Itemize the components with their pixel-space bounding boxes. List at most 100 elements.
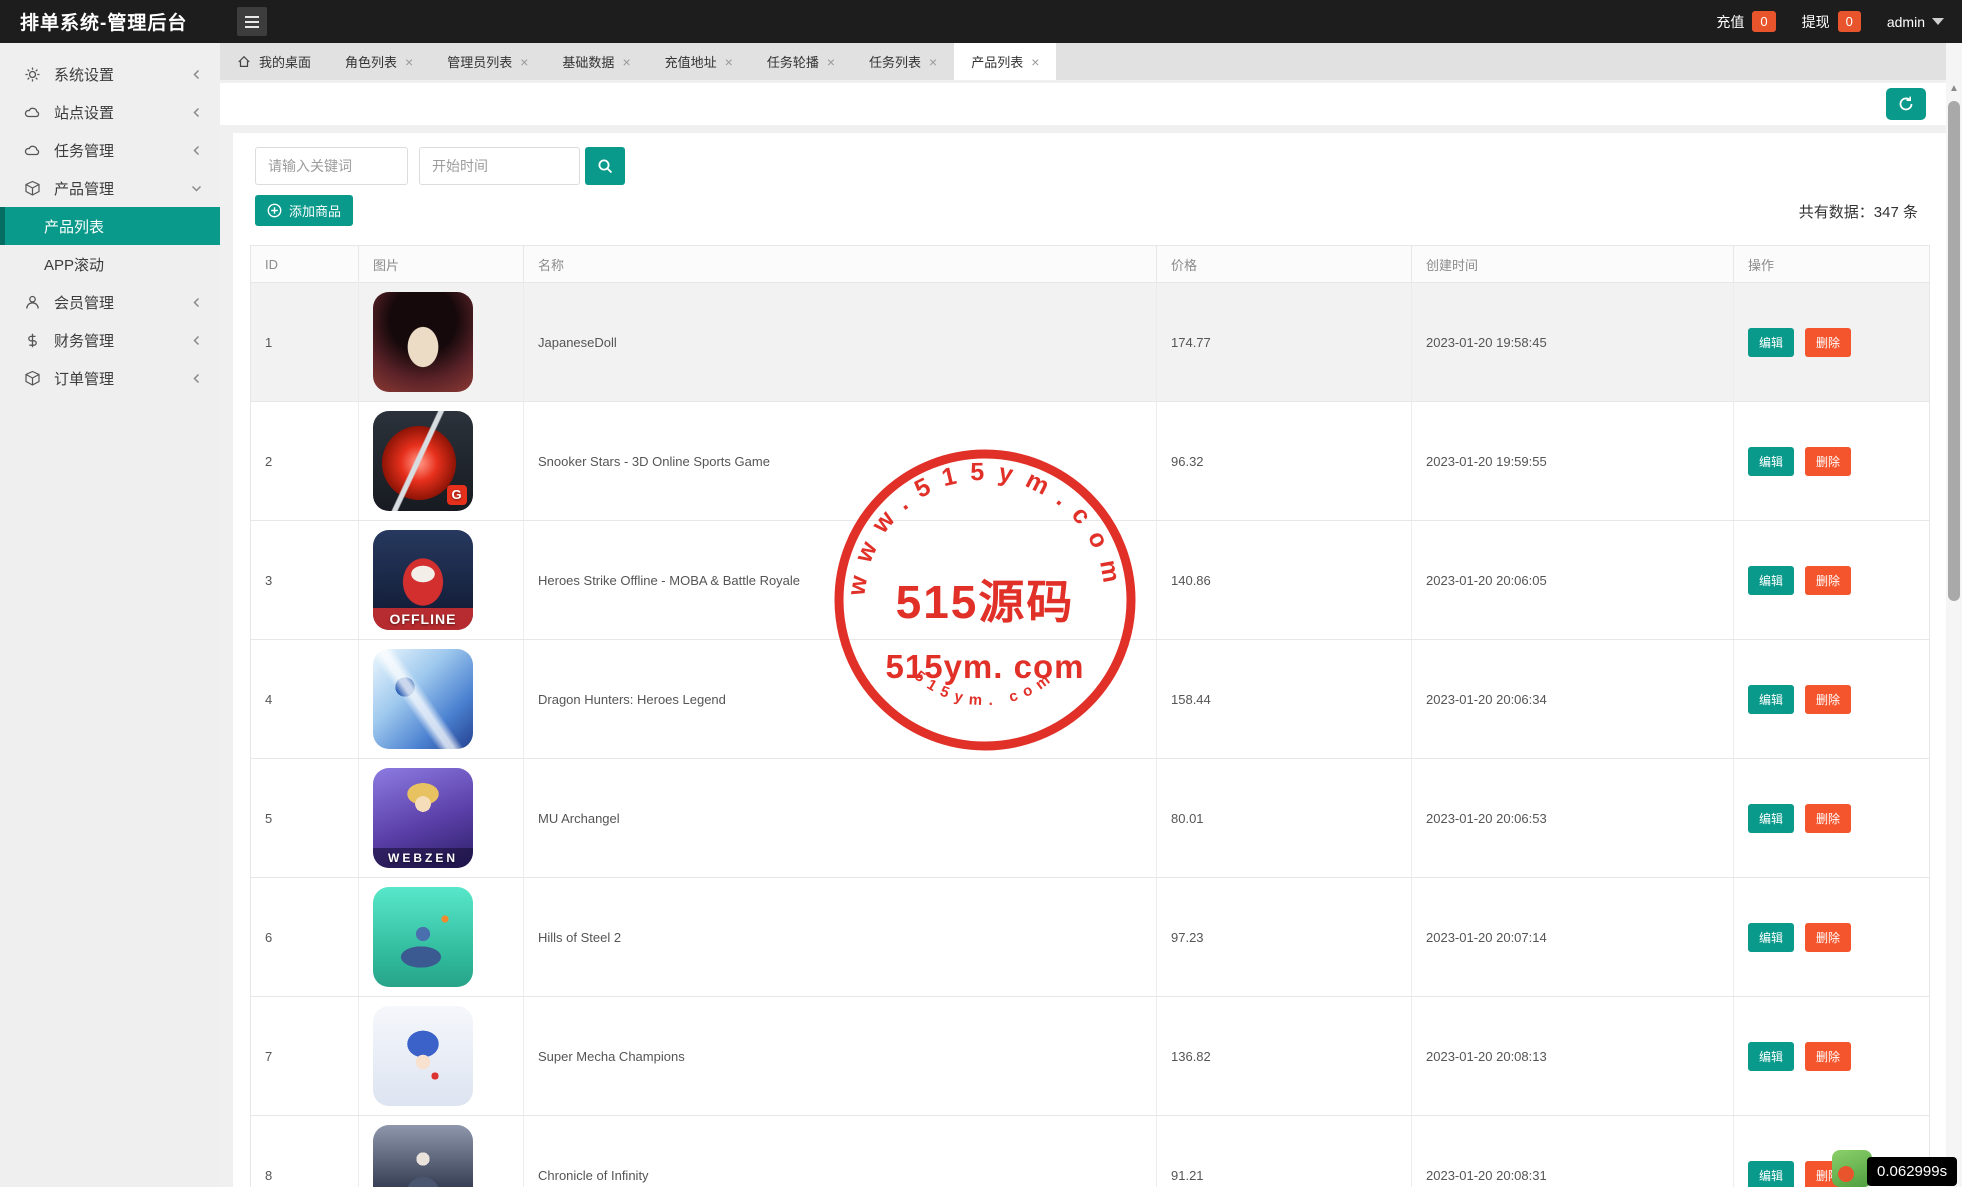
total-count: 共有数据：347 条 — [1799, 201, 1918, 222]
gear-icon — [24, 66, 41, 83]
product-image — [373, 649, 473, 749]
product-name: Hills of Steel 2 — [538, 930, 621, 945]
search-icon — [597, 158, 614, 175]
sidebar-item-label: 任务管理 — [54, 140, 191, 161]
product-image-text: WEBZEN — [373, 848, 473, 868]
start-date-input[interactable] — [419, 147, 580, 185]
recharge-label: 充值 — [1716, 12, 1744, 32]
product-name: Snooker Stars - 3D Online Sports Game — [538, 454, 770, 469]
close-icon[interactable]: × — [827, 55, 835, 69]
tab-basic-data[interactable]: 基础数据× — [545, 43, 647, 80]
table-row: 3 OFFLINE Heroes Strike Offline - MOBA &… — [251, 521, 1929, 640]
withdraw-count-badge: 0 — [1838, 11, 1861, 32]
sidebar-item-order-management[interactable]: 订单管理 — [0, 359, 220, 397]
tab-label: 充值地址 — [665, 52, 717, 71]
table-row: 6 Hills of Steel 2 97.23 2023-01-20 20:0… — [251, 878, 1929, 997]
sidebar-item-system-settings[interactable]: 系统设置 — [0, 55, 220, 93]
edit-button[interactable]: 编辑 — [1748, 1042, 1794, 1071]
scroll-up-arrow[interactable]: ▲ — [1946, 81, 1962, 97]
page-load-timer: 0.062999s — [1867, 1157, 1957, 1186]
sidebar: 系统设置 站点设置 任务管理 产品管理 产品列表 APP滚动 会员管理 — [0, 43, 220, 1187]
keyword-input[interactable] — [255, 147, 408, 185]
cube-icon — [24, 180, 41, 197]
product-id: 2 — [265, 454, 272, 469]
withdraw-indicator[interactable]: 提现 0 — [1802, 11, 1861, 32]
admin-app: 排单系统-管理后台 充值 0 提现 0 admin 我的桌面 角色列表× — [0, 0, 1962, 1187]
search-button[interactable] — [585, 147, 625, 185]
column-header-price: 价格 — [1157, 246, 1412, 282]
close-icon[interactable]: × — [725, 55, 733, 69]
add-product-label: 添加商品 — [289, 201, 341, 220]
tab-recharge-address[interactable]: 充值地址 × — [648, 43, 750, 80]
product-created-time: 2023-01-20 20:08:31 — [1426, 1168, 1547, 1183]
product-price: 91.21 — [1171, 1168, 1204, 1183]
product-table: ID 图片 名称 价格 创建时间 操作 1 JapaneseDoll 174.7… — [250, 245, 1930, 1187]
tab-desktop[interactable]: 我的桌面 — [220, 43, 328, 80]
sidebar-item-label: 财务管理 — [54, 330, 191, 351]
product-image: OFFLINE — [373, 530, 473, 630]
menu-toggle-button[interactable] — [237, 7, 267, 36]
sidebar-item-member-management[interactable]: 会员管理 — [0, 283, 220, 321]
product-id: 6 — [265, 930, 272, 945]
tab-task-list[interactable]: 任务列表× — [852, 43, 954, 80]
sidebar-item-product-management[interactable]: 产品管理 — [0, 169, 220, 207]
product-id: 7 — [265, 1049, 272, 1064]
delete-button[interactable]: 删除 — [1805, 923, 1851, 952]
sidebar-item-task-management[interactable]: 任务管理 — [0, 131, 220, 169]
scrollbar-thumb[interactable] — [1948, 101, 1960, 601]
delete-button[interactable]: 删除 — [1805, 566, 1851, 595]
sidebar-item-finance-management[interactable]: 财务管理 — [0, 321, 220, 359]
product-name: Heroes Strike Offline - MOBA & Battle Ro… — [538, 573, 800, 588]
close-icon[interactable]: × — [520, 55, 528, 69]
tab-label: 任务轮播 — [767, 52, 819, 71]
table-header: ID 图片 名称 价格 创建时间 操作 — [251, 246, 1929, 283]
product-created-time: 2023-01-20 20:07:14 — [1426, 930, 1547, 945]
sidebar-item-app-scroll[interactable]: APP滚动 — [0, 245, 220, 283]
user-menu[interactable]: admin — [1887, 14, 1944, 30]
edit-button[interactable]: 编辑 — [1748, 804, 1794, 833]
tab-label: 产品列表 — [971, 52, 1023, 71]
edit-button[interactable]: 编辑 — [1748, 685, 1794, 714]
delete-button[interactable]: 删除 — [1805, 685, 1851, 714]
product-created-time: 2023-01-20 20:06:53 — [1426, 811, 1547, 826]
scrollbar: ▲ ▼ — [1946, 43, 1962, 1187]
tab-task-carousel[interactable]: 任务轮播 × — [750, 43, 852, 80]
product-price: 158.44 — [1171, 692, 1211, 707]
table-row: 4 Dragon Hunters: Heroes Legend 158.44 2… — [251, 640, 1929, 759]
close-icon[interactable]: × — [1031, 55, 1039, 69]
edit-button[interactable]: 编辑 — [1748, 1161, 1794, 1187]
table-row: 5 WEBZEN MU Archangel 80.01 2023-01-20 2… — [251, 759, 1929, 878]
sidebar-item-site-settings[interactable]: 站点设置 — [0, 93, 220, 131]
delete-button[interactable]: 删除 — [1805, 1042, 1851, 1071]
recharge-indicator[interactable]: 充值 0 — [1716, 11, 1775, 32]
close-icon[interactable]: × — [929, 55, 937, 69]
add-product-button[interactable]: 添加商品 — [255, 195, 353, 226]
sidebar-item-label: 站点设置 — [54, 102, 191, 123]
product-created-time: 2023-01-20 19:58:45 — [1426, 335, 1547, 350]
edit-button[interactable]: 编辑 — [1748, 923, 1794, 952]
refresh-button[interactable] — [1886, 88, 1926, 120]
plugin-badge-icon[interactable] — [1832, 1150, 1872, 1187]
close-icon[interactable]: × — [405, 55, 413, 69]
cloud-icon — [24, 104, 41, 121]
tab-admins[interactable]: 管理员列表× — [430, 43, 545, 80]
product-price: 140.86 — [1171, 573, 1211, 588]
sidebar-item-label: 产品列表 — [44, 216, 202, 237]
delete-button[interactable]: 删除 — [1805, 447, 1851, 476]
product-id: 3 — [265, 573, 272, 588]
tab-product-list[interactable]: 产品列表 × — [954, 43, 1056, 80]
chevron-left-icon — [191, 297, 202, 308]
toolbar-strip — [220, 83, 1946, 125]
edit-button[interactable]: 编辑 — [1748, 328, 1794, 357]
delete-button[interactable]: 删除 — [1805, 328, 1851, 357]
tab-roles[interactable]: 角色列表× — [328, 43, 430, 80]
edit-button[interactable]: 编辑 — [1748, 447, 1794, 476]
close-icon[interactable]: × — [622, 55, 630, 69]
product-name: Chronicle of Infinity — [538, 1168, 649, 1183]
edit-button[interactable]: 编辑 — [1748, 566, 1794, 595]
table-row: 7 Super Mecha Champions 136.82 2023-01-2… — [251, 997, 1929, 1116]
sidebar-item-product-list[interactable]: 产品列表 — [0, 207, 220, 245]
delete-button[interactable]: 删除 — [1805, 804, 1851, 833]
product-image — [373, 1125, 473, 1187]
app-title: 排单系统-管理后台 — [20, 8, 187, 35]
